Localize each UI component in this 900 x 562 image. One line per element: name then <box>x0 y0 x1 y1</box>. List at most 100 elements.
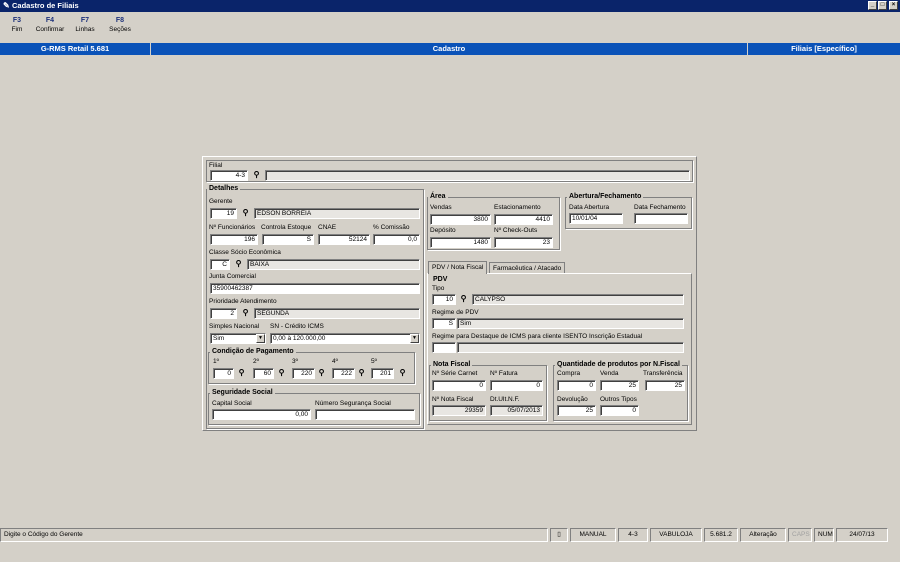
tab-pdv-nota-fiscal[interactable]: PDV / Nota Fiscal <box>428 261 488 274</box>
f8-button[interactable]: F8 Seções <box>103 17 137 33</box>
close-button[interactable]: × <box>889 1 898 10</box>
f3-button[interactable]: F3 Fim <box>0 17 34 33</box>
chevron-down-icon[interactable]: ▼ <box>256 334 265 343</box>
fatura-label: Nº Fatura <box>490 370 518 377</box>
tipo-label: Tipo <box>432 285 445 292</box>
status-caps: CAPS <box>788 528 812 542</box>
destaque-code-field[interactable] <box>432 342 456 353</box>
transf-label: Transferência <box>643 370 683 377</box>
status-version: 5.681.2 <box>704 528 738 542</box>
junta-label: Junta Comercial <box>209 273 256 280</box>
gerente-label: Gerente <box>209 198 233 205</box>
app-version: G-RMS Retail 5.681 <box>0 43 150 55</box>
abertura-field[interactable]: 10/01/04 <box>569 213 623 224</box>
abertura-title: Abertura/Fechamento <box>567 193 644 200</box>
key-label: F3 <box>12 17 22 24</box>
compra-label: Compra <box>557 370 581 377</box>
prioridade-label: Prioridade Atendimento <box>209 298 277 305</box>
section-title: Cadastro <box>151 43 747 55</box>
dt-label: Dt.Ult.N.F. <box>490 396 520 403</box>
funcionarios-label: Nº Funcionários <box>209 224 256 231</box>
key-label: F7 <box>80 17 90 24</box>
status-date: 24/07/13 <box>836 528 888 542</box>
outros-field[interactable]: 0 <box>600 405 639 416</box>
chevron-down-icon[interactable]: ▼ <box>410 334 419 343</box>
prioridade-name-field: SEGUNDA <box>254 308 420 319</box>
binoculars-icon[interactable]: ⚲ <box>356 368 367 379</box>
binoculars-icon[interactable]: ⚲ <box>240 208 251 219</box>
title-bar: ✎ Cadastro de Filiais _ □ × <box>0 0 900 12</box>
devol-field[interactable]: 25 <box>557 405 596 416</box>
fechamento-label: Data Fechamento <box>634 204 686 211</box>
nf-label: Nº Nota Fiscal <box>432 396 474 403</box>
regime-label: Regime de PDV <box>432 309 479 316</box>
binoculars-icon[interactable]: ⚲ <box>397 368 408 379</box>
deposito-label: Depósito <box>430 227 456 234</box>
estac-field[interactable]: 4410 <box>494 214 553 225</box>
serie-field[interactable]: 0 <box>432 380 486 391</box>
binoculars-icon[interactable]: ⚲ <box>251 170 262 181</box>
cond-2-field[interactable]: 60 <box>253 368 274 379</box>
f4-button[interactable]: F4 Confirmar <box>33 17 67 33</box>
condicao-title: Condição de Pagamento <box>210 348 296 355</box>
cond-4-field[interactable]: 222 <box>332 368 355 379</box>
cnae-field[interactable]: 52124 <box>318 234 370 245</box>
status-action: Alteração <box>740 528 786 542</box>
pdv-title: PDV <box>431 276 450 283</box>
dt-field: 05/07/2013 <box>490 405 543 416</box>
classe-code-field[interactable]: C <box>210 259 230 270</box>
comissao-field[interactable]: 0,0 <box>373 234 420 245</box>
maximize-button[interactable]: □ <box>878 1 887 10</box>
serie-label: Nº Série Carnet <box>432 370 478 377</box>
venda-label: Venda <box>600 370 619 377</box>
binoculars-icon[interactable]: ⚲ <box>236 368 247 379</box>
sn-label: SN - Crédito ICMS <box>270 323 324 330</box>
fechamento-field[interactable] <box>634 213 688 224</box>
key-label: F8 <box>115 17 125 24</box>
estac-label: Estacionamento <box>494 204 541 211</box>
funcionarios-field[interactable]: 196 <box>210 234 258 245</box>
binoculars-icon[interactable]: ⚲ <box>233 259 244 270</box>
comissao-label: % Comissão <box>373 224 410 231</box>
venda-field[interactable]: 25 <box>600 380 639 391</box>
cond-1-field[interactable]: 0 <box>213 368 234 379</box>
fatura-field[interactable]: 0 <box>490 380 543 391</box>
classe-label: Classe Sócio Econômica <box>209 249 281 256</box>
key-label: F4 <box>45 17 55 24</box>
window-title: Cadastro de Filiais <box>12 1 79 10</box>
cond-label: 1º <box>213 358 219 365</box>
cond-5-field[interactable]: 201 <box>371 368 394 379</box>
key-caption: Fim <box>11 26 23 33</box>
key-caption: Linhas <box>75 26 95 33</box>
numero-label: Número Segurança Social <box>315 400 391 407</box>
gerente-code-field[interactable]: 19 <box>210 208 237 219</box>
app-icon: ✎ <box>3 1 10 10</box>
nota-title: Nota Fiscal <box>431 361 473 368</box>
binoculars-icon[interactable]: ⚲ <box>458 294 469 305</box>
controla-field[interactable]: S <box>262 234 314 245</box>
binoculars-icon[interactable]: ⚲ <box>316 368 327 379</box>
sn-select[interactable]: 0,00 à 120.000,00 <box>270 333 420 344</box>
vendas-field[interactable]: 3800 <box>430 214 491 225</box>
prioridade-code-field[interactable]: 2 <box>210 308 237 319</box>
junta-field[interactable]: 35900462387 <box>210 283 420 294</box>
cond-label: 4º <box>332 358 338 365</box>
binoculars-icon[interactable]: ⚲ <box>240 308 251 319</box>
status-filial: 4-3 <box>618 528 648 542</box>
mode-title: Filiais [Específico] <box>748 43 900 55</box>
filial-code-field[interactable]: 4-3 <box>210 170 248 181</box>
f7-button[interactable]: F7 Linhas <box>68 17 102 33</box>
transf-field[interactable]: 25 <box>645 380 685 391</box>
checkouts-field[interactable]: 23 <box>494 237 553 248</box>
capital-field[interactable]: 0,00 <box>212 409 311 420</box>
deposito-field[interactable]: 1480 <box>430 237 491 248</box>
cond-3-field[interactable]: 220 <box>292 368 315 379</box>
regime-code-field[interactable]: S <box>432 318 456 329</box>
destaque-name-field <box>457 342 684 353</box>
compra-field[interactable]: 0 <box>557 380 596 391</box>
numero-field[interactable] <box>315 409 415 420</box>
minimize-button[interactable]: _ <box>868 1 877 10</box>
qtd-title: Quantidade de produtos por N.Fiscal <box>555 361 682 368</box>
tipo-code-field[interactable]: 10 <box>432 294 456 305</box>
binoculars-icon[interactable]: ⚲ <box>276 368 287 379</box>
